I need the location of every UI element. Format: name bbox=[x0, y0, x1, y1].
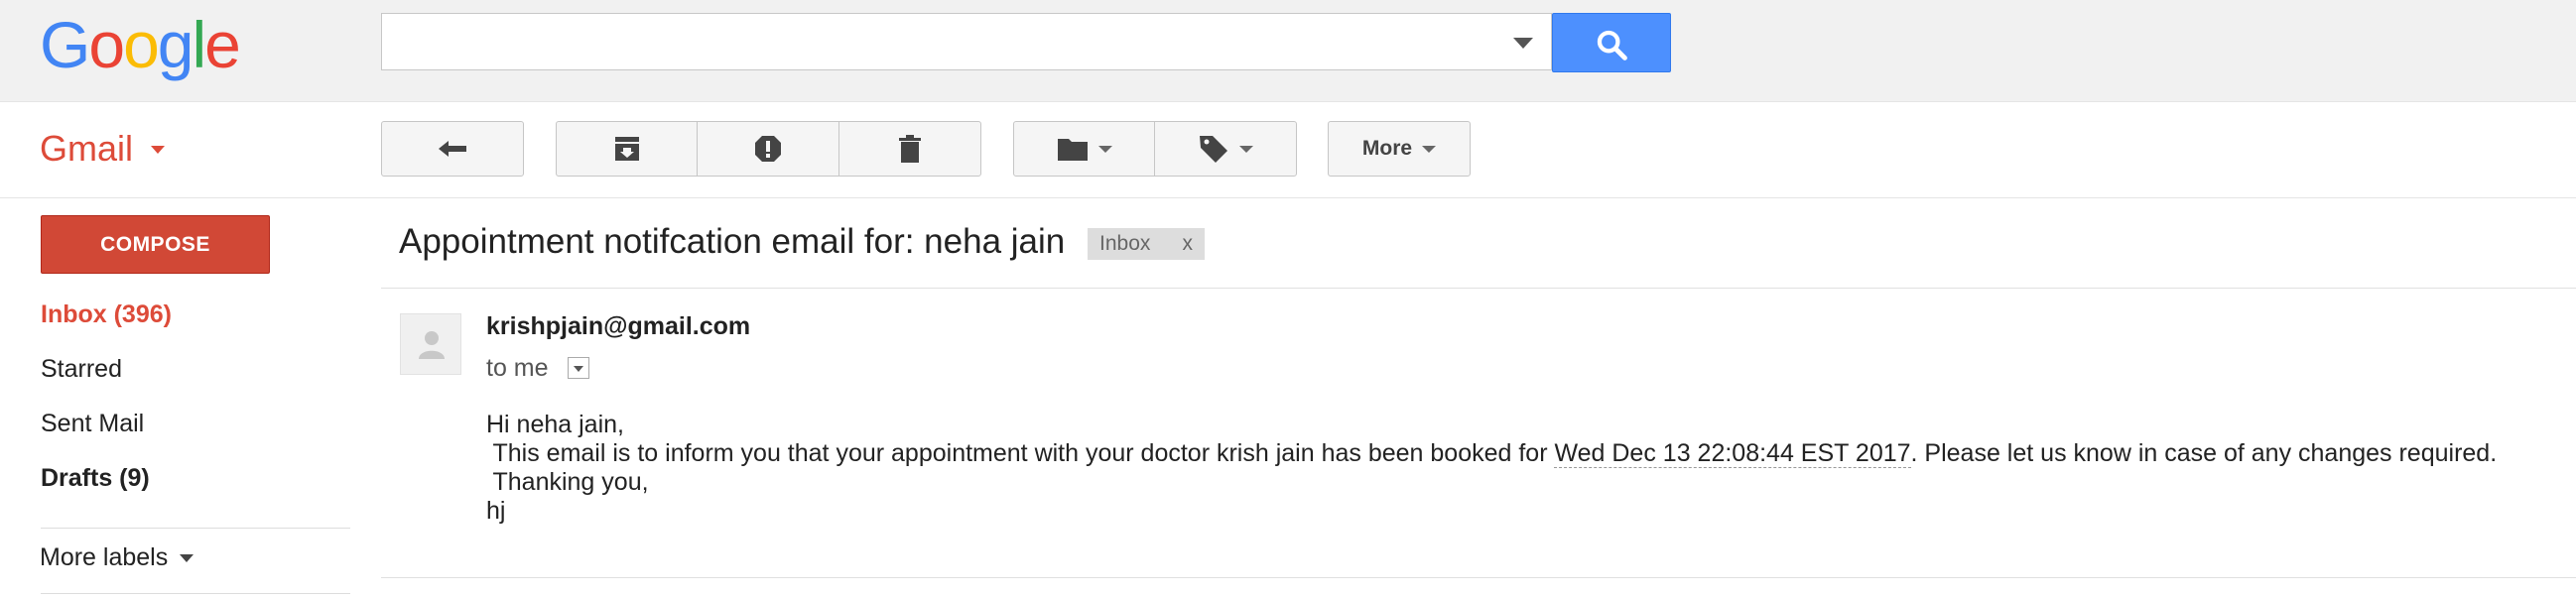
archive-button[interactable] bbox=[556, 121, 698, 177]
remove-label-button[interactable]: x bbox=[1183, 232, 1194, 256]
show-details-button[interactable] bbox=[568, 357, 589, 379]
chevron-down-icon bbox=[180, 554, 194, 563]
label-tag-icon bbox=[1200, 136, 1227, 163]
sidebar-item-inbox[interactable]: Inbox (396) bbox=[41, 300, 172, 329]
more-labels-toggle[interactable]: More labels bbox=[40, 543, 194, 572]
body-closing: Thanking you, bbox=[486, 468, 649, 496]
search-box[interactable] bbox=[381, 13, 1552, 70]
body-signature: hj bbox=[486, 497, 506, 525]
body-line-1-text-end: . Please let us know in case of any chan… bbox=[1910, 439, 2498, 467]
folder-icon bbox=[1057, 139, 1088, 161]
trash-icon bbox=[899, 135, 921, 163]
body-greeting: Hi neha jain, bbox=[486, 411, 624, 438]
body-line-1: This email is to inform you that your ap… bbox=[486, 439, 2497, 468]
search-options-dropdown-icon[interactable] bbox=[1513, 38, 1533, 49]
more-labels-label: More labels bbox=[40, 543, 169, 571]
sender-avatar bbox=[400, 313, 461, 375]
chevron-down-icon bbox=[1097, 145, 1112, 153]
body-line-1-text: This email is to inform you that your ap… bbox=[486, 439, 1555, 467]
logo-letter: e bbox=[204, 8, 241, 81]
more-actions-label: More bbox=[1361, 137, 1413, 160]
compose-button[interactable]: COMPOSE bbox=[41, 215, 270, 274]
google-logo[interactable]: Google bbox=[40, 8, 241, 81]
sidebar-item-drafts[interactable]: Drafts (9) bbox=[41, 464, 150, 493]
search-input[interactable] bbox=[392, 22, 1487, 63]
logo-letter: o bbox=[88, 8, 125, 81]
inbox-label-chip[interactable]: Inbox x bbox=[1088, 228, 1205, 260]
sidebar-divider bbox=[41, 593, 350, 594]
logo-letter: o bbox=[123, 8, 160, 81]
archive-icon bbox=[614, 137, 639, 161]
sender-email[interactable]: krishpjain@gmail.com bbox=[486, 312, 750, 341]
app-header: Gmail More bbox=[0, 102, 2576, 198]
chevron-down-icon bbox=[1422, 145, 1437, 153]
move-to-button[interactable] bbox=[1013, 121, 1155, 177]
person-icon bbox=[419, 331, 445, 359]
recipient-summary: to me bbox=[486, 354, 549, 382]
search-icon bbox=[1597, 30, 1627, 60]
logo-letter: l bbox=[192, 8, 207, 81]
chevron-down-icon bbox=[1239, 145, 1253, 153]
sidebar-item-sent-mail[interactable]: Sent Mail bbox=[41, 410, 144, 438]
message-bottom-divider bbox=[381, 577, 2576, 578]
sidebar-item-starred[interactable]: Starred bbox=[41, 355, 122, 384]
appointment-date[interactable]: Wed Dec 13 22:08:44 EST 2017 bbox=[1554, 439, 1911, 468]
labels-button[interactable] bbox=[1154, 121, 1297, 177]
search-button[interactable] bbox=[1552, 13, 1671, 72]
label-chip-text: Inbox bbox=[1099, 232, 1151, 255]
top-bar: Google bbox=[0, 0, 2576, 102]
message-subject: Appointment notifcation email for: neha … bbox=[399, 222, 1066, 261]
reply-icon bbox=[439, 141, 466, 157]
report-spam-icon bbox=[755, 136, 781, 162]
delete-button[interactable] bbox=[838, 121, 981, 177]
gmail-app-menu[interactable]: Gmail bbox=[40, 128, 133, 170]
back-to-inbox-button[interactable] bbox=[381, 121, 524, 177]
sidebar-divider bbox=[41, 528, 350, 529]
gmail-caret-icon[interactable] bbox=[151, 146, 165, 154]
more-actions-button[interactable]: More bbox=[1328, 121, 1471, 177]
report-spam-button[interactable] bbox=[697, 121, 839, 177]
subject-divider bbox=[381, 288, 2576, 289]
logo-letter: G bbox=[40, 8, 90, 81]
logo-letter: g bbox=[157, 8, 194, 81]
